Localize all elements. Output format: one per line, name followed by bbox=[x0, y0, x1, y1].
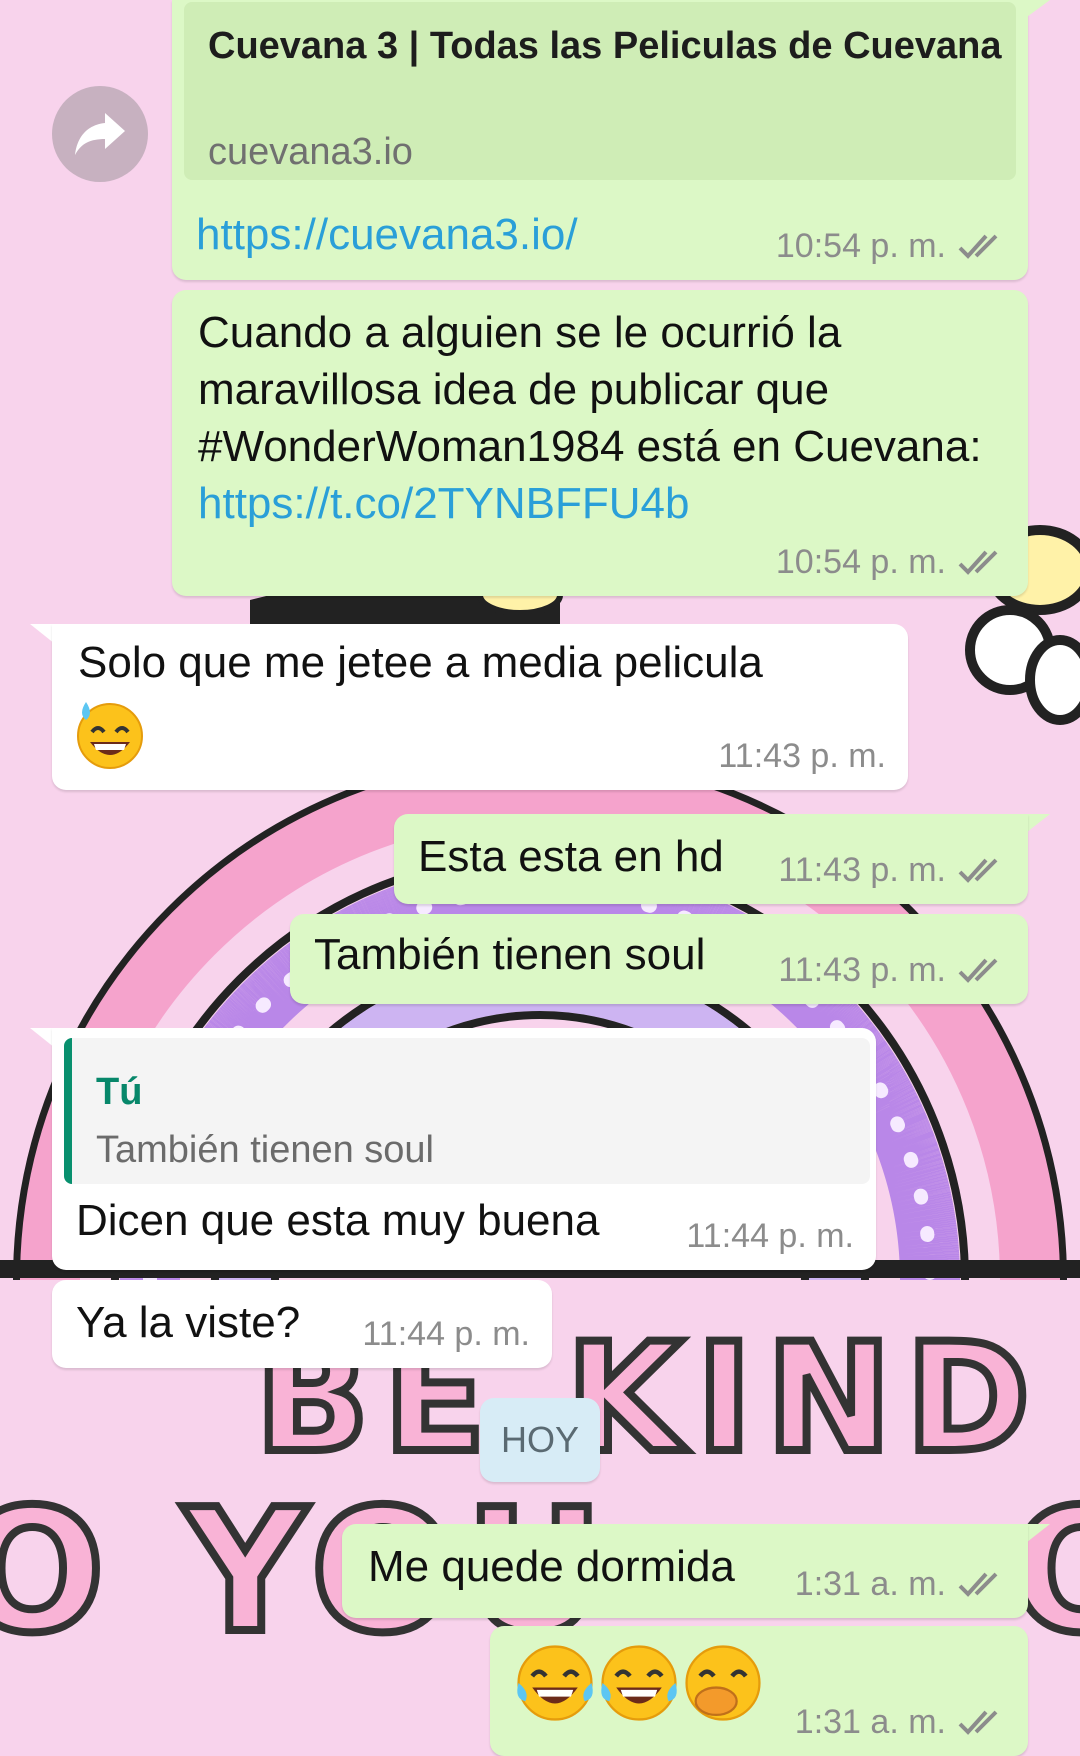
message-time: 11:44 p. m. bbox=[362, 1315, 530, 1353]
message-meta: 11:43 p. m. bbox=[718, 736, 886, 776]
link-preview-domain: cuevana3.io bbox=[208, 131, 413, 173]
message-link[interactable]: https://t.co/2TYNBFFU4b bbox=[198, 479, 690, 528]
tears-of-joy-emoji bbox=[517, 1645, 593, 1721]
message-meta: 10:54 p. m. bbox=[776, 542, 1006, 582]
message-text: Cuando a alguien se le ocurrió la maravi… bbox=[198, 304, 1002, 532]
message-time: 1:31 a. m. bbox=[794, 1565, 946, 1603]
message-text: Solo que me jetee a media pelicula bbox=[78, 638, 763, 687]
message-text-body: Cuando a alguien se le ocurrió la maravi… bbox=[198, 308, 982, 471]
message-meta: 1:31 a. m. bbox=[795, 1702, 1006, 1742]
tears-of-joy-emoji bbox=[601, 1645, 677, 1721]
read-ticks-icon bbox=[958, 858, 998, 883]
message-meta: 10:54 p. m. bbox=[776, 226, 1006, 266]
date-separator: HOY bbox=[480, 1398, 600, 1482]
message-time: 11:43 p. m. bbox=[778, 851, 946, 889]
read-ticks-icon bbox=[958, 234, 998, 259]
sweat-smile-emoji bbox=[77, 702, 143, 769]
message-time: 10:54 p. m. bbox=[775, 543, 946, 581]
read-ticks-icon bbox=[958, 550, 998, 575]
bubble-tail bbox=[1020, 0, 1050, 22]
message-bubble-incoming[interactable]: Ya la viste? 11:44 p. m. bbox=[52, 1280, 552, 1368]
message-meta: 1:31 a. m. bbox=[795, 1564, 1006, 1604]
message-time: 11:43 p. m. bbox=[718, 737, 886, 775]
forward-arrow-icon bbox=[75, 113, 125, 155]
link-preview-title: Cuevana 3 | Todas las Peliculas de Cueva… bbox=[208, 25, 1002, 67]
message-bubble-outgoing[interactable]: Cuando a alguien se le ocurrió la maravi… bbox=[172, 290, 1028, 596]
message-bubble-outgoing[interactable]: 1:31 a. m. bbox=[490, 1626, 1028, 1756]
message-meta: 11:44 p. m. bbox=[362, 1314, 530, 1354]
message-time: 10:54 p. m. bbox=[775, 227, 946, 265]
message-meta: 11:43 p. m. bbox=[778, 850, 1006, 890]
message-time: 11:44 p. m. bbox=[686, 1217, 854, 1255]
quoted-message[interactable]: Tú También tienen soul bbox=[64, 1038, 870, 1184]
quote-text: También tienen soul bbox=[96, 1129, 434, 1171]
message-time: 1:31 a. m. bbox=[794, 1703, 946, 1741]
message-bubble-incoming[interactable]: Tú También tienen soul Dicen que esta mu… bbox=[52, 1028, 876, 1270]
quote-accent-bar bbox=[64, 1038, 72, 1184]
message-meta: 11:44 p. m. bbox=[686, 1216, 854, 1256]
message-bubble-outgoing[interactable]: También tienen soul 11:43 p. m. bbox=[290, 914, 1028, 1004]
message-bubble-incoming[interactable]: Solo que me jetee a media pelicula 11:43… bbox=[52, 624, 908, 790]
quote-author: Tú bbox=[96, 1071, 143, 1113]
message-meta: 11:43 p. m. bbox=[778, 950, 1006, 990]
read-ticks-icon bbox=[958, 958, 998, 983]
message-time: 11:43 p. m. bbox=[778, 951, 946, 989]
link-preview-card[interactable]: Cuevana 3 | Todas las Peliculas de Cueva… bbox=[184, 2, 1016, 180]
message-bubble-outgoing[interactable]: Esta esta en hd 11:43 p. m. bbox=[394, 814, 1028, 904]
read-ticks-icon bbox=[958, 1710, 998, 1735]
message-bubble-outgoing[interactable]: Cuevana 3 | Todas las Peliculas de Cueva… bbox=[172, 0, 1028, 280]
hand-over-mouth-emoji bbox=[685, 1645, 761, 1721]
forward-button[interactable] bbox=[52, 86, 148, 182]
read-ticks-icon bbox=[958, 1572, 998, 1597]
message-bubble-outgoing[interactable]: Me quede dormida 1:31 a. m. bbox=[342, 1524, 1028, 1618]
